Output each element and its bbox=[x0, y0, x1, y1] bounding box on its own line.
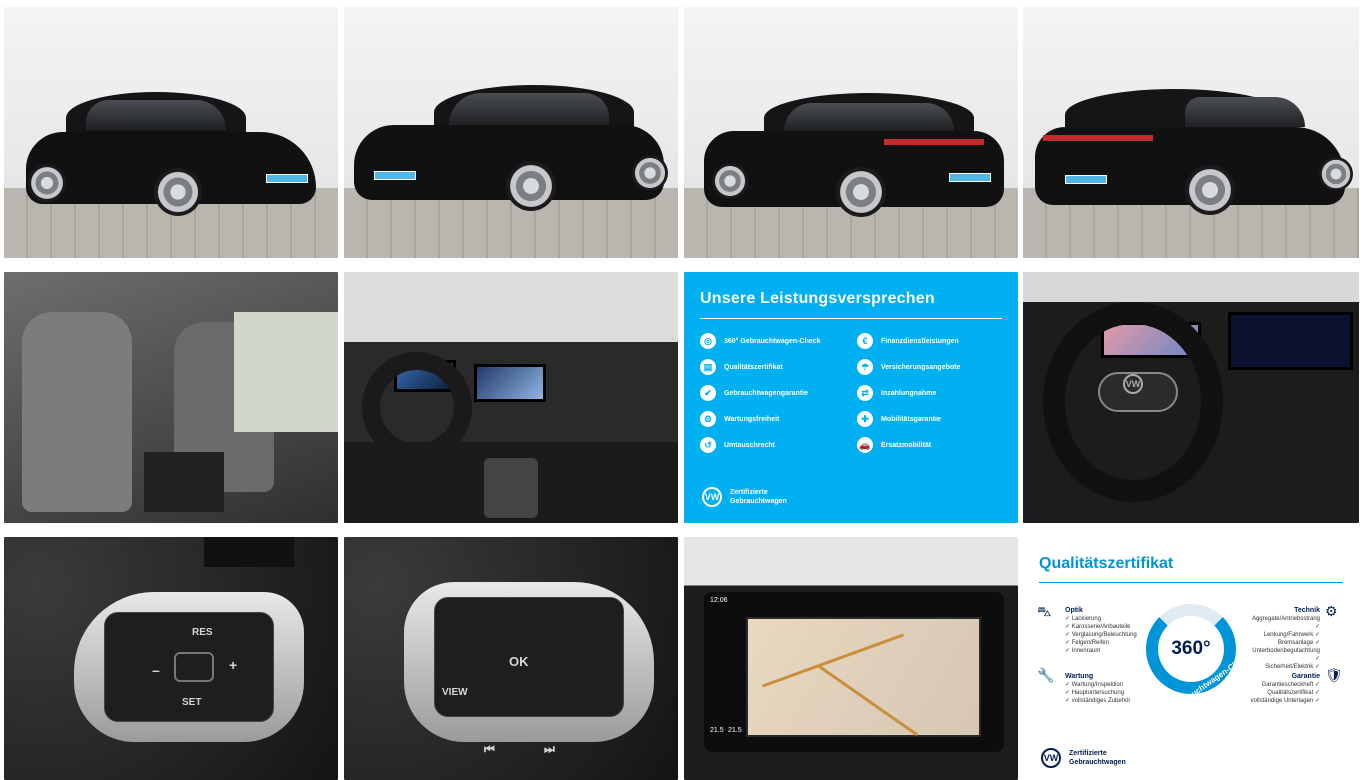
garantie-section: Garantie Garantiescheckheft ✓ Qualitätsz… bbox=[1250, 673, 1320, 704]
instrument-cluster bbox=[204, 537, 294, 567]
promise-item: ☂ Versicherungsangebote bbox=[857, 359, 1002, 375]
cruise-control-icon[interactable] bbox=[174, 652, 214, 682]
photo-navigation-screen[interactable]: 12:06 21.5 21.5 bbox=[684, 537, 1018, 780]
mobility-icon: ✚ bbox=[857, 411, 873, 427]
minus-button[interactable]: – bbox=[152, 662, 160, 678]
maintenance-icon: ⚙ bbox=[700, 411, 716, 427]
promise-card[interactable]: Unsere Leistungsversprechen ◎ 360° Gebrau… bbox=[684, 272, 1018, 523]
photo-steering-wheel-dashboard[interactable]: VW bbox=[1023, 272, 1359, 523]
insurance-icon: ☂ bbox=[857, 359, 873, 375]
car-black-hatchback bbox=[354, 85, 668, 225]
next-track-icon[interactable]: ⏭ bbox=[544, 742, 555, 757]
photo-cockpit-overview[interactable] bbox=[344, 272, 678, 523]
clock: 12:06 bbox=[710, 597, 728, 604]
wartung-section: Wartung ✓ Wartung/Inspektion ✓ Hauptunte… bbox=[1065, 673, 1131, 704]
photo-wheel-left-controls[interactable]: RES SET + – bbox=[4, 537, 338, 780]
engine-icon: ⚙ bbox=[1325, 603, 1338, 619]
certificate-title: Qualitätszertifikat bbox=[1039, 555, 1174, 572]
trade-in-icon: ⇄ bbox=[857, 385, 873, 401]
prev-track-icon[interactable]: ⏮ bbox=[484, 742, 495, 757]
view-button[interactable]: VIEW bbox=[442, 687, 468, 698]
shield-check-icon: 🛡 bbox=[1325, 667, 1343, 683]
check-360-badge: 360° bbox=[1146, 604, 1236, 694]
plus-button[interactable]: + bbox=[229, 657, 237, 673]
check-360-icon: ◎ bbox=[700, 333, 716, 349]
vw-logo-icon: VW bbox=[1041, 748, 1061, 768]
car-black-hatchback bbox=[704, 93, 1004, 223]
res-button[interactable]: RES bbox=[192, 627, 213, 638]
car-black-hatchback bbox=[26, 92, 316, 222]
car-body-icon: ⛍ bbox=[1037, 603, 1052, 619]
ok-button[interactable]: OK bbox=[509, 654, 529, 669]
promise-card-title: Unsere Leistungsversprechen bbox=[700, 290, 935, 307]
promise-item: ✚ Mobilitätsgarantie bbox=[857, 411, 1002, 427]
certificate-icon: ▤ bbox=[700, 359, 716, 375]
promise-item: ⇄ Inzahlungnahme bbox=[857, 385, 1002, 401]
vw-logo-icon: VW bbox=[1123, 374, 1143, 394]
set-button[interactable]: SET bbox=[182, 697, 201, 708]
promise-item: ↺ Umtauschrecht bbox=[700, 437, 845, 453]
promise-item: ✔ Gebrauchtwagengarantie bbox=[700, 385, 845, 401]
vw-logo-icon: VW bbox=[702, 487, 722, 507]
certificate-card[interactable]: Qualitätszertifikat ⛍ Optik ✓ Lackierung… bbox=[1023, 537, 1359, 780]
warranty-icon: ✔ bbox=[700, 385, 716, 401]
photo-exterior-rear-right[interactable] bbox=[1023, 7, 1359, 258]
navigation-map[interactable] bbox=[746, 617, 981, 737]
photo-gallery-grid: Unsere Leistungsversprechen ◎ 360° Gebrau… bbox=[0, 0, 1365, 780]
exchange-icon: ↺ bbox=[700, 437, 716, 453]
wrench-icon: 🔧 bbox=[1037, 667, 1055, 683]
divider bbox=[700, 318, 1002, 319]
finance-icon: € bbox=[857, 333, 873, 349]
temp-right: 21.5 bbox=[728, 727, 742, 734]
photo-wheel-right-controls[interactable]: OK VIEW ⏮ ⏭ bbox=[344, 537, 678, 780]
certified-brand-mark: VW Zertifizierte Gebrauchtwagen bbox=[1041, 748, 1126, 768]
divider bbox=[1039, 582, 1343, 583]
promise-item: 🚗 Ersatzmobilität bbox=[857, 437, 1002, 453]
promise-item: ▤ Qualitätszertifikat bbox=[700, 359, 845, 375]
replacement-car-icon: 🚗 bbox=[857, 437, 873, 453]
temp-left: 21.5 bbox=[710, 727, 724, 734]
photo-exterior-front-left[interactable] bbox=[4, 7, 338, 258]
photo-front-seats[interactable] bbox=[4, 272, 338, 523]
promise-item: € Finanzdienstleistungen bbox=[857, 333, 1002, 349]
promise-item: ◎ 360° Gebrauchtwagen-Check bbox=[700, 333, 845, 349]
photo-exterior-rear-left[interactable] bbox=[684, 7, 1018, 258]
photo-exterior-front-right[interactable] bbox=[344, 7, 678, 258]
optik-section: Optik ✓ Lackierung ✓ Karosserie/Anbautei… bbox=[1065, 607, 1137, 654]
car-black-hatchback bbox=[1035, 89, 1353, 224]
certified-brand-mark: VW Zertifizierte Gebrauchtwagen bbox=[702, 487, 787, 507]
promise-item: ⚙ Wartungsfreiheit bbox=[700, 411, 845, 427]
promise-list: ◎ 360° Gebrauchtwagen-Check € Finanzdienst… bbox=[700, 333, 1002, 453]
technik-section: Technik Aggregate/Antriebsstrang ✓ Lenku… bbox=[1251, 607, 1320, 670]
